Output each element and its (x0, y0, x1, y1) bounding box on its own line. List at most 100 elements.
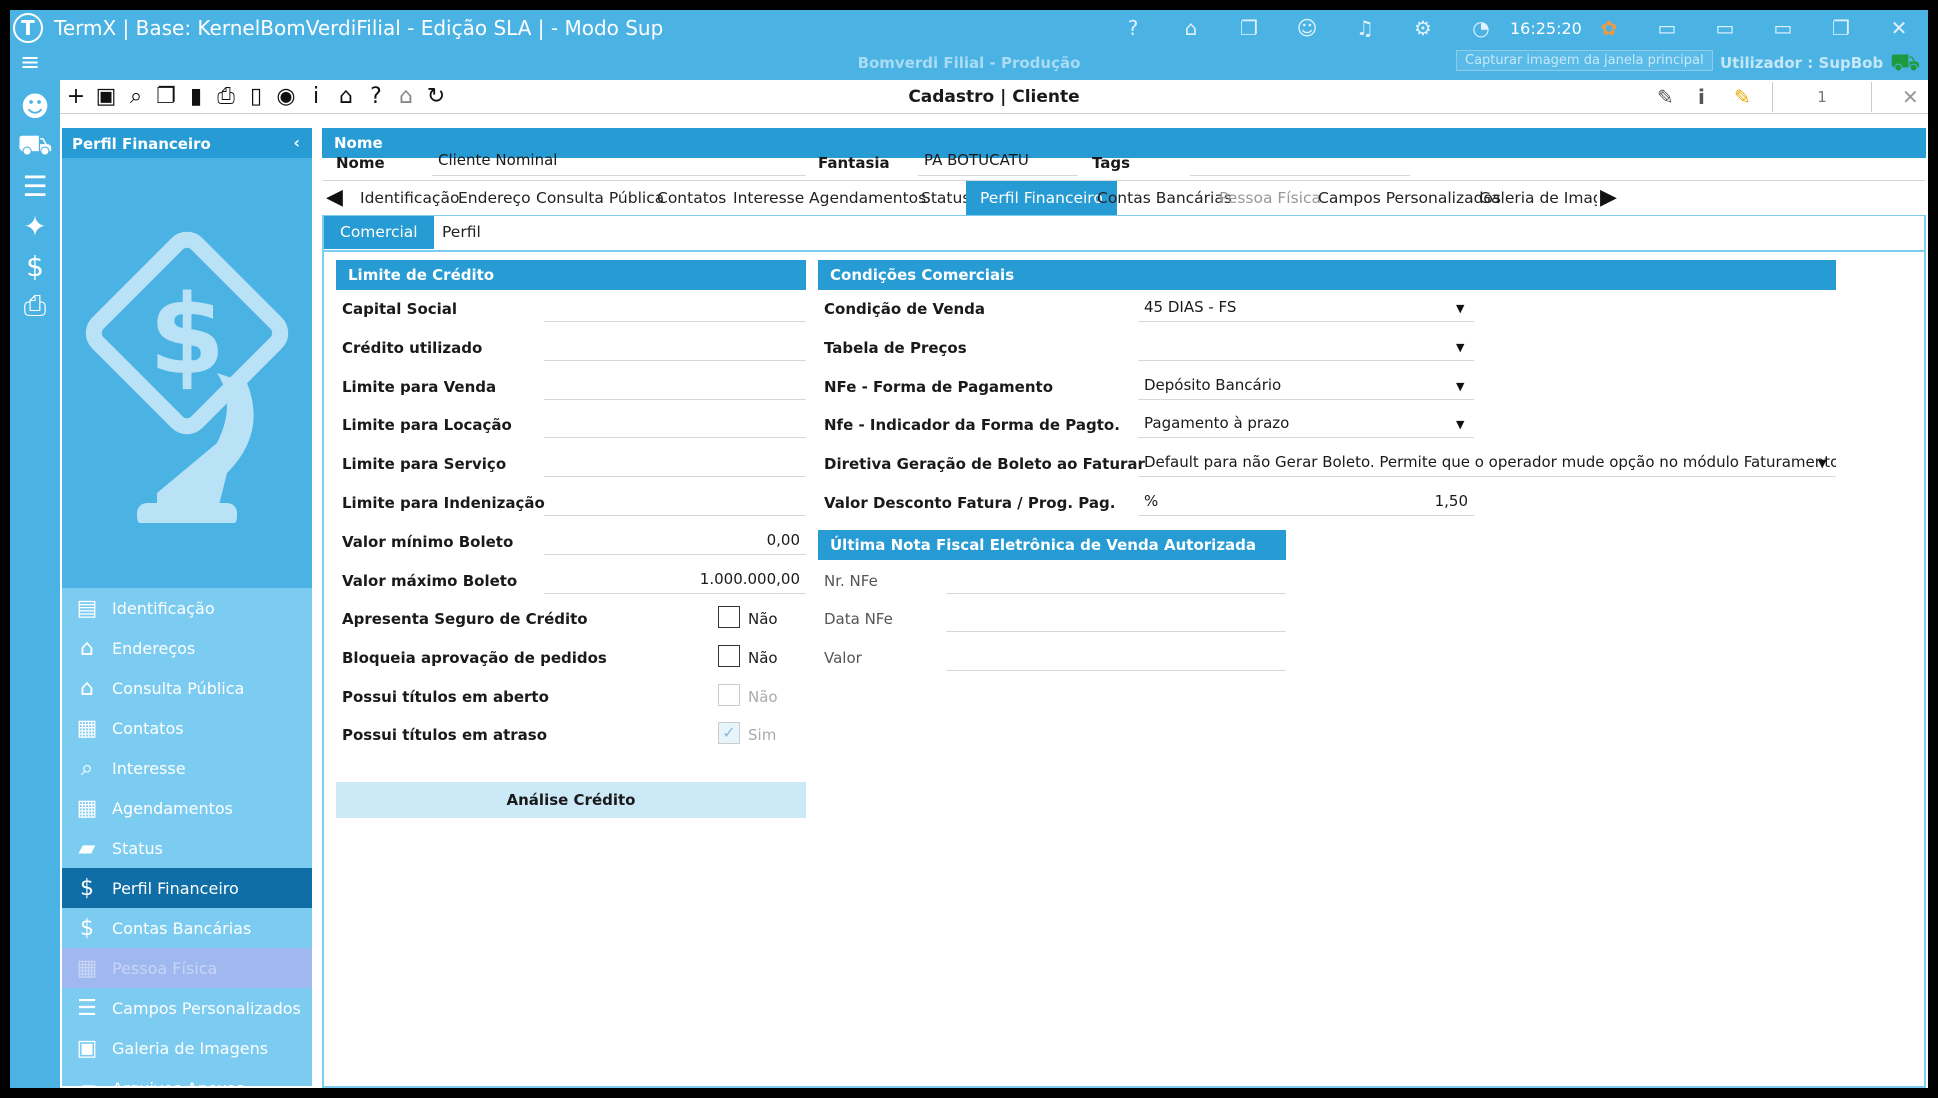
credito-utilizado-field[interactable] (544, 333, 806, 361)
nav-item-perfil-financeiro[interactable]: $ Perfil Financeiro (62, 868, 312, 908)
chevron-down-icon[interactable]: ▼ (1818, 457, 1826, 470)
subtab-perfil[interactable]: Perfil (426, 216, 497, 249)
close-window-icon[interactable]: ✕ (1870, 16, 1928, 40)
nav-item-contatos[interactable]: ▦ Contatos (62, 708, 312, 748)
nav-item-campos-personalizados[interactable]: ☰ Campos Personalizados (62, 988, 312, 1028)
toolbar: + ▣ ⌕ ❐ ▮ ⎙ ▯ ◉ i ⌂ ? ⌂ ↻ Cadastro | Cli… (60, 80, 1928, 114)
id-card-icon: ▤ (76, 595, 98, 621)
limite-venda-label: Limite para Venda (342, 378, 497, 396)
nav-item-contas-bancarias[interactable]: $ Contas Bancárias (62, 908, 312, 948)
fantasia-label: Fantasia (818, 154, 890, 172)
folder-attach-icon: ▰ (78, 1075, 96, 1089)
gallery-icon: ▣ (76, 1035, 98, 1061)
valor-minimo-boleto-field[interactable]: 0,00 (544, 527, 806, 555)
analise-credito-button[interactable]: Análise Crédito (336, 782, 806, 818)
limite-indenizacao-field[interactable] (544, 488, 806, 516)
windows-icon[interactable]: ❐ (1220, 16, 1278, 40)
credit-limit-header: Limite de Crédito (336, 260, 806, 290)
fantasia-field[interactable]: PA BOTUCATU (918, 148, 1078, 176)
nav-item-status[interactable]: ▰ Status (62, 828, 312, 868)
subtab-comercial[interactable]: Comercial (324, 216, 434, 249)
title-bar: T TermX | Base: KernelBomVerdiFilial - E… (10, 10, 1928, 46)
dollar-module-icon[interactable]: $ (10, 246, 60, 286)
capital-social-field[interactable] (544, 294, 806, 322)
nfe-forma-pagamento-select[interactable]: Depósito Bancário (1138, 372, 1474, 400)
valor-maximo-boleto-field[interactable]: 1.000.000,00 (544, 566, 806, 594)
page-title: Cadastro | Cliente (908, 87, 1080, 107)
window-title: TermX | Base: KernelBomVerdiFilial - Edi… (54, 16, 664, 40)
user-label: Utilizador : SupBob (1720, 54, 1884, 72)
nav-item-galeria-imagens[interactable]: ▣ Galeria de Imagens (62, 1028, 312, 1068)
environment-bar: ≡ Bomverdi Filial - Produção Capturar im… (10, 46, 1928, 80)
nav-label: Arquivos Anexos (112, 1078, 245, 1089)
nome-field[interactable]: Cliente Nominal (432, 148, 806, 176)
people-icon[interactable]: ☻ (10, 86, 60, 126)
chevron-down-icon[interactable]: ▼ (1456, 418, 1464, 431)
diretiva-boleto-select[interactable]: Default para não Gerar Boleto. Permite q… (1138, 449, 1836, 477)
save-export-icon[interactable]: ⎙ (10, 286, 60, 326)
nav-item-arquivos-anexos[interactable]: ▰ Arquivos Anexos (62, 1068, 312, 1089)
chat-icon[interactable]: ◔ (1452, 16, 1510, 40)
pin-icon[interactable]: ✎ (1657, 83, 1674, 111)
chevron-down-icon[interactable]: ▼ (1456, 380, 1464, 393)
monitor-small-icon[interactable]: ▭ (1696, 16, 1754, 40)
bloqueia-aprovacao-text: Não (748, 649, 778, 667)
limite-servico-label: Limite para Serviço (342, 455, 507, 473)
restore-icon[interactable]: ❐ (1812, 16, 1870, 40)
cart-icon[interactable]: ⛟ (1890, 48, 1920, 79)
user-icon[interactable]: ☺ (1278, 16, 1336, 40)
limite-venda-field[interactable] (544, 372, 806, 400)
module-strip: ☻ ⛟ ☰ ✦ $ ⎙ (10, 80, 60, 1088)
chevron-down-icon[interactable]: ▼ (1456, 302, 1464, 315)
tab-scroll-left-icon[interactable]: ◀ (326, 185, 343, 210)
limite-indenizacao-label: Limite para Indenização (342, 494, 545, 512)
tab-scroll-right-icon[interactable]: ▶ (1600, 185, 1617, 210)
info-right-icon[interactable]: i (1698, 83, 1705, 111)
left-nav: ▤ Identificação ⌂ Endereços ⌂ Consulta Públ… (62, 588, 312, 1088)
help-icon[interactable]: ? (1104, 16, 1162, 40)
limite-servico-field[interactable] (544, 449, 806, 477)
titulos-aberto-label: Possui títulos em aberto (342, 688, 549, 706)
nav-item-interesse[interactable]: ⌕ Interesse (62, 748, 312, 788)
bell-icon[interactable]: ♫ (1336, 16, 1394, 40)
condicao-venda-select[interactable]: 45 DIAS - FS (1138, 294, 1474, 322)
subtab-bar: Comercial Perfil (322, 216, 1926, 252)
map-icon[interactable]: ✦ (10, 206, 60, 246)
seguro-credito-text: Não (748, 610, 778, 628)
titulos-atraso-label: Possui títulos em atraso (342, 726, 548, 744)
nav-item-identificacao[interactable]: ▤ Identificação (62, 588, 312, 628)
nav-item-enderecos[interactable]: ⌂ Endereços (62, 628, 312, 668)
gear-icon[interactable]: ⚙ (1394, 16, 1452, 40)
nfe-indicador-select[interactable]: Pagamento à prazo (1138, 410, 1474, 438)
nav-label: Interesse (112, 758, 186, 778)
close-icon[interactable]: ✕ (1902, 83, 1919, 111)
cart-module-icon[interactable]: ⛟ (10, 126, 60, 166)
home-icon: ⌂ (80, 675, 94, 701)
seguro-credito-checkbox[interactable] (718, 606, 740, 628)
tabela-precos-select[interactable] (1138, 333, 1474, 361)
bank-icon[interactable]: ⌂ (1162, 16, 1220, 40)
app-window: T TermX | Base: KernelBomVerdiFilial - E… (10, 10, 1928, 1088)
nav-label: Agendamentos (112, 798, 234, 818)
nav-label: Perfil Financeiro (112, 878, 239, 898)
dollar-icon: $ (80, 915, 94, 941)
nav-item-agendamentos[interactable]: ▦ Agendamentos (62, 788, 312, 828)
list-module-icon[interactable]: ☰ (10, 166, 60, 206)
valor-desconto-field[interactable]: 1,50 (1162, 488, 1474, 516)
color-wheel-icon[interactable]: ✿ (1580, 16, 1638, 40)
camera-icon[interactable]: ▭ (1638, 16, 1696, 40)
valor-nfe-field (946, 643, 1286, 671)
left-panel-title: Perfil Financeiro (72, 135, 211, 153)
titulos-aberto-checkbox (718, 684, 740, 706)
monitor-icon[interactable]: ▭ (1754, 16, 1812, 40)
tags-field[interactable] (1190, 148, 1410, 176)
limite-locacao-field[interactable] (544, 410, 806, 438)
nav-label: Status (112, 838, 163, 858)
edit-icon[interactable]: ✎ (1734, 83, 1751, 111)
chevron-down-icon[interactable]: ▼ (1456, 341, 1464, 354)
nav-item-consulta-publica[interactable]: ⌂ Consulta Pública (62, 668, 312, 708)
tab-galeria-imagens[interactable]: Galeria de Imagens (1465, 181, 1597, 215)
bloqueia-aprovacao-checkbox[interactable] (718, 645, 740, 667)
collapse-chevron-icon[interactable]: ‹ (293, 133, 300, 152)
money-hand-icon: $ (80, 875, 94, 901)
